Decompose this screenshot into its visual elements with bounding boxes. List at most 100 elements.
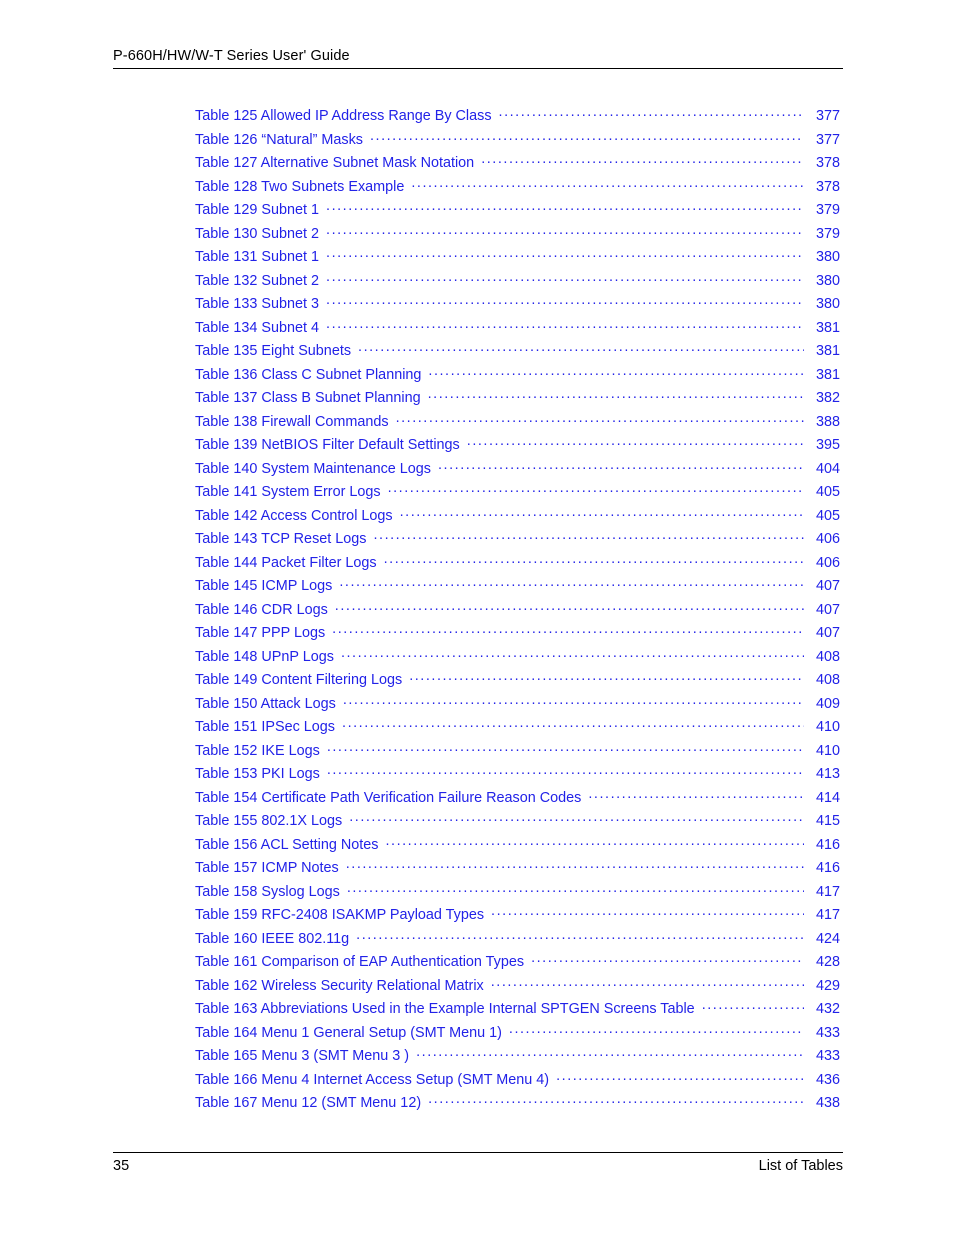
toc-entry[interactable]: Table 131 Subnet 1 380 <box>195 247 840 271</box>
toc-dot-leader <box>396 412 804 426</box>
toc-entry[interactable]: Table 166 Menu 4 Internet Access Setup (… <box>195 1070 840 1094</box>
toc-entry[interactable]: Table 144 Packet Filter Logs 406 <box>195 553 840 577</box>
toc-dot-leader <box>370 130 804 144</box>
toc-dot-leader <box>342 717 804 731</box>
toc-entry-label: Table 156 ACL Setting Notes <box>195 836 379 853</box>
toc-entry[interactable]: Table 154 Certificate Path Verification … <box>195 788 840 812</box>
toc-entry[interactable]: Table 156 ACL Setting Notes 416 <box>195 835 840 859</box>
toc-entry-label: Table 141 System Error Logs <box>195 484 381 501</box>
toc-entry-page-number: 415 <box>815 813 840 830</box>
toc-entry-page-number: 417 <box>815 883 840 900</box>
toc-entry[interactable]: Table 163 Abbreviations Used in the Exam… <box>195 999 840 1023</box>
toc-entry[interactable]: Table 140 System Maintenance Logs 404 <box>195 459 840 483</box>
toc-dot-leader <box>531 952 804 966</box>
toc-entry[interactable]: Table 155 802.1X Logs 415 <box>195 811 840 835</box>
toc-entry-label: Table 131 Subnet 1 <box>195 249 320 266</box>
toc-dot-leader <box>467 435 804 449</box>
toc-entry[interactable]: Table 158 Syslog Logs 417 <box>195 882 840 906</box>
toc-entry[interactable]: Table 164 Menu 1 General Setup (SMT Menu… <box>195 1023 840 1047</box>
toc-dot-leader <box>428 388 804 402</box>
toc-entry-label: Table 126 “Natural” Masks <box>195 131 363 148</box>
toc-entry-label: Table 143 TCP Reset Logs <box>195 531 367 548</box>
toc-entry-label: Table 142 Access Control Logs <box>195 507 393 524</box>
toc-entry-page-number: 429 <box>815 977 840 994</box>
toc-dot-leader <box>409 670 804 684</box>
toc-entry[interactable]: Table 153 PKI Logs 413 <box>195 764 840 788</box>
toc-entry-page-number: 407 <box>815 625 840 642</box>
toc-entry-page-number: 380 <box>815 272 840 289</box>
toc-entry[interactable]: Table 161 Comparison of EAP Authenticati… <box>195 952 840 976</box>
toc-entry-label: Table 157 ICMP Notes <box>195 860 339 877</box>
toc-entry[interactable]: Table 152 IKE Logs 410 <box>195 741 840 765</box>
toc-entry[interactable]: Table 136 Class C Subnet Planning 381 <box>195 365 840 389</box>
toc-entry-page-number: 432 <box>815 1001 840 1018</box>
toc-entry[interactable]: Table 128 Two Subnets Example 378 <box>195 177 840 201</box>
toc-entry[interactable]: Table 126 “Natural” Masks 377 <box>195 130 840 154</box>
toc-dot-leader <box>491 976 804 990</box>
toc-entry[interactable]: Table 150 Attack Logs 409 <box>195 694 840 718</box>
toc-entry[interactable]: Table 167 Menu 12 (SMT Menu 12) 438 <box>195 1093 840 1117</box>
toc-entry-page-number: 377 <box>815 108 840 125</box>
toc-entry-label: Table 138 Firewall Commands <box>195 413 389 430</box>
toc-dot-leader <box>326 247 804 261</box>
toc-entry-label: Table 136 Class C Subnet Planning <box>195 366 422 383</box>
toc-entry[interactable]: Table 134 Subnet 4 381 <box>195 318 840 342</box>
toc-entry-label: Table 137 Class B Subnet Planning <box>195 390 421 407</box>
toc-entry[interactable]: Table 160 IEEE 802.11g 424 <box>195 929 840 953</box>
toc-entry[interactable]: Table 145 ICMP Logs 407 <box>195 576 840 600</box>
toc-entry-label: Table 161 Comparison of EAP Authenticati… <box>195 954 525 971</box>
toc-entry-label: Table 140 System Maintenance Logs <box>195 460 431 477</box>
toc-entry-page-number: 433 <box>815 1048 840 1065</box>
toc-entry-label: Table 158 Syslog Logs <box>195 883 340 900</box>
toc-entry-label: Table 148 UPnP Logs <box>195 648 334 665</box>
toc-dot-leader <box>428 1093 804 1107</box>
toc-entry-label: Table 135 Eight Subnets <box>195 343 352 360</box>
toc-entry-label: Table 132 Subnet 2 <box>195 272 320 289</box>
toc-entry-page-number: 433 <box>815 1024 840 1041</box>
toc-dot-leader <box>326 318 804 332</box>
document-page: P-660H/HW/W-T Series User' Guide Table 1… <box>0 0 954 1235</box>
toc-dot-leader <box>388 482 804 496</box>
toc-entry[interactable]: Table 146 CDR Logs 407 <box>195 600 840 624</box>
toc-dot-leader <box>356 929 804 943</box>
toc-entry-label: Table 160 IEEE 802.11g <box>195 930 350 947</box>
toc-entry[interactable]: Table 138 Firewall Commands 388 <box>195 412 840 436</box>
toc-entry[interactable]: Table 141 System Error Logs 405 <box>195 482 840 506</box>
toc-entry[interactable]: Table 157 ICMP Notes 416 <box>195 858 840 882</box>
toc-entry-page-number: 416 <box>815 836 840 853</box>
toc-entry-page-number: 417 <box>815 907 840 924</box>
toc-entry[interactable]: Table 142 Access Control Logs 405 <box>195 506 840 530</box>
toc-entry-label: Table 151 IPSec Logs <box>195 719 336 736</box>
toc-entry-label: Table 153 PKI Logs <box>195 766 320 783</box>
toc-entry[interactable]: Table 130 Subnet 2 379 <box>195 224 840 248</box>
toc-entry[interactable]: Table 133 Subnet 3 380 <box>195 294 840 318</box>
toc-entry-label: Table 127 Alternative Subnet Mask Notati… <box>195 155 475 172</box>
toc-entry[interactable]: Table 125 Allowed IP Address Range By Cl… <box>195 106 840 130</box>
toc-entry[interactable]: Table 143 TCP Reset Logs 406 <box>195 529 840 553</box>
toc-entry[interactable]: Table 132 Subnet 2 380 <box>195 271 840 295</box>
toc-entry-label: Table 167 Menu 12 (SMT Menu 12) <box>195 1095 422 1112</box>
toc-entry[interactable]: Table 162 Wireless Security Relational M… <box>195 976 840 1000</box>
toc-entry[interactable]: Table 149 Content Filtering Logs 408 <box>195 670 840 694</box>
toc-entry[interactable]: Table 137 Class B Subnet Planning 382 <box>195 388 840 412</box>
toc-entry[interactable]: Table 129 Subnet 1 379 <box>195 200 840 224</box>
toc-entry-page-number: 424 <box>815 930 840 947</box>
toc-entry-page-number: 414 <box>815 789 840 806</box>
toc-entry[interactable]: Table 148 UPnP Logs 408 <box>195 647 840 671</box>
toc-entry[interactable]: Table 135 Eight Subnets 381 <box>195 341 840 365</box>
section-label: List of Tables <box>758 1158 843 1174</box>
toc-entry[interactable]: Table 139 NetBIOS Filter Default Setting… <box>195 435 840 459</box>
toc-entry[interactable]: Table 159 RFC-2408 ISAKMP Payload Types 4… <box>195 905 840 929</box>
toc-entry[interactable]: Table 127 Alternative Subnet Mask Notati… <box>195 153 840 177</box>
toc-entry[interactable]: Table 165 Menu 3 (SMT Menu 3 ) 433 <box>195 1046 840 1070</box>
toc-entry-label: Table 125 Allowed IP Address Range By Cl… <box>195 108 492 125</box>
toc-dot-leader <box>341 647 804 661</box>
toc-entry-page-number: 388 <box>815 413 840 430</box>
toc-dot-leader <box>588 788 804 802</box>
toc-dot-leader <box>339 576 804 590</box>
toc-entry-label: Table 164 Menu 1 General Setup (SMT Menu… <box>195 1024 502 1041</box>
toc-dot-leader <box>411 177 804 191</box>
toc-entry[interactable]: Table 151 IPSec Logs 410 <box>195 717 840 741</box>
toc-entry[interactable]: Table 147 PPP Logs 407 <box>195 623 840 647</box>
toc-entry-label: Table 147 PPP Logs <box>195 625 326 642</box>
